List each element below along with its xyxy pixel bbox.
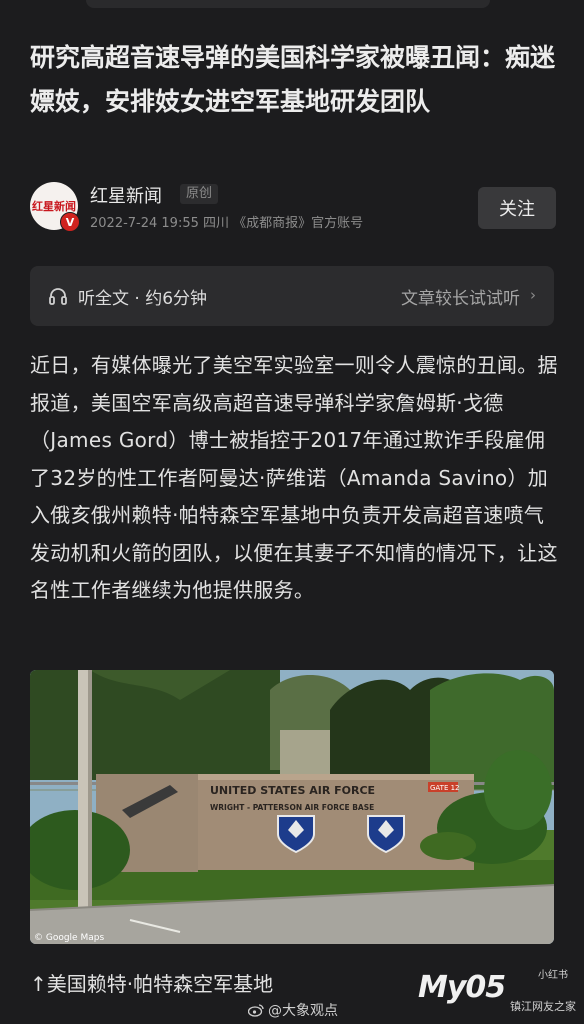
author-row: 红星新闻 V 红星新闻 原创 2022-7-24 19:55 四川 《成都商报》…	[30, 176, 556, 236]
headphone-icon	[49, 288, 67, 305]
listen-label: 听全文 · 约6分钟	[78, 289, 208, 309]
article-title: 研究高超音速导弹的美国科学家被曝丑闻：痴迷嫖妓，安排妓女进空军基地研发团队	[30, 43, 556, 116]
verified-badge-icon: V	[60, 212, 80, 232]
brand-small-top: 小红书	[538, 970, 568, 981]
airforce-base-sign-photo: UNITED STATES AIR FORCE WRIGHT - PATTERS…	[30, 670, 554, 944]
weibo-icon	[248, 1004, 264, 1017]
article-body: 近日，有媒体曝光了美空军实验室一则令人震惊的丑闻。据报道，美国空军高级高超音速导…	[30, 353, 558, 602]
listen-hint: 文章较长试试听	[401, 289, 520, 309]
chevron-right-icon: ›	[530, 286, 536, 304]
sign-line2: WRIGHT - PATTERSON AIR FORCE BASE	[210, 803, 374, 812]
weibo-watermark: @大象观点	[248, 1000, 338, 1020]
photo-credit: © Google Maps	[34, 933, 104, 943]
brand-logo: My05	[418, 970, 506, 1005]
sign-line1: UNITED STATES AIR FORCE	[210, 784, 375, 797]
top-drag-handle	[86, 0, 490, 8]
original-tag: 原创	[180, 184, 219, 204]
article-photo[interactable]: UNITED STATES AIR FORCE WRIGHT - PATTERS…	[30, 670, 554, 944]
brand-small-bottom: 镇江网友之家	[510, 1000, 576, 1013]
publish-meta: 2022-7-24 19:55 四川 《成都商报》官方账号	[90, 216, 364, 231]
brand-watermark: My05 小红书 镇江网友之家	[418, 964, 576, 1018]
gate-label: GATE 12	[430, 784, 460, 792]
author-name[interactable]: 红星新闻	[90, 182, 162, 208]
photo-caption: ↑美国赖特·帕特森空军基地	[30, 972, 274, 996]
listen-bar[interactable]: 听全文 · 约6分钟 文章较长试试听 ›	[30, 266, 554, 326]
follow-button[interactable]: 关注	[478, 187, 556, 229]
weibo-handle: @大象观点	[268, 1003, 338, 1019]
